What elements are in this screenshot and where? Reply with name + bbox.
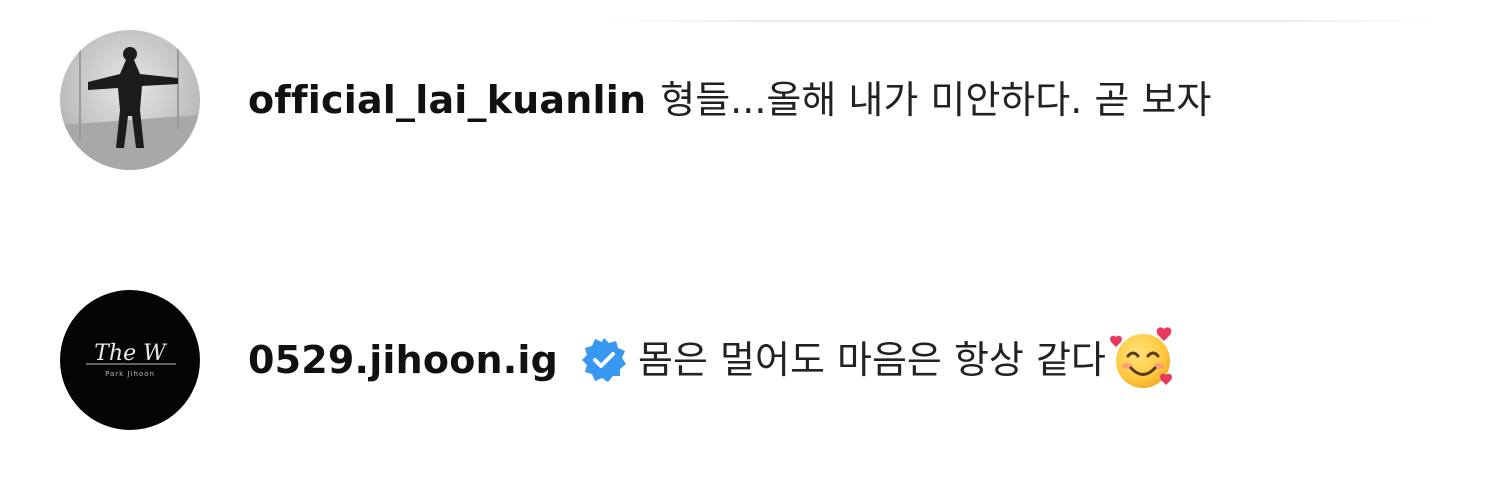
comment-text: official_lai_kuanlin 형들...올해 내가 미안하다. 곧 … xyxy=(248,81,1211,119)
avatar[interactable] xyxy=(60,30,200,170)
verified-badge-icon xyxy=(580,336,628,384)
avatar[interactable]: The W Park Jihoon xyxy=(60,290,200,430)
comment-message: 몸은 멀어도 마음은 항상 같다 xyxy=(638,338,1106,382)
divider xyxy=(590,20,1450,22)
avatar-logo-text: The W xyxy=(94,341,168,366)
username[interactable]: official_lai_kuanlin xyxy=(248,81,646,119)
comment-text: 0529.jihoon.ig 몸은 멀어도 마음은 항상 같다 xyxy=(248,325,1178,395)
username[interactable]: 0529.jihoon.ig xyxy=(248,341,558,379)
comment-row: The W Park Jihoon 0529.jihoon.ig 몸은 멀어도 … xyxy=(60,290,1480,430)
comment-row: official_lai_kuanlin 형들...올해 내가 미안하다. 곧 … xyxy=(60,30,1480,170)
comment-message: 형들...올해 내가 미안하다. 곧 보자 xyxy=(660,78,1212,122)
avatar-logo-subtext: Park Jihoon xyxy=(105,370,155,378)
smiling-face-with-hearts-icon xyxy=(1108,323,1178,393)
